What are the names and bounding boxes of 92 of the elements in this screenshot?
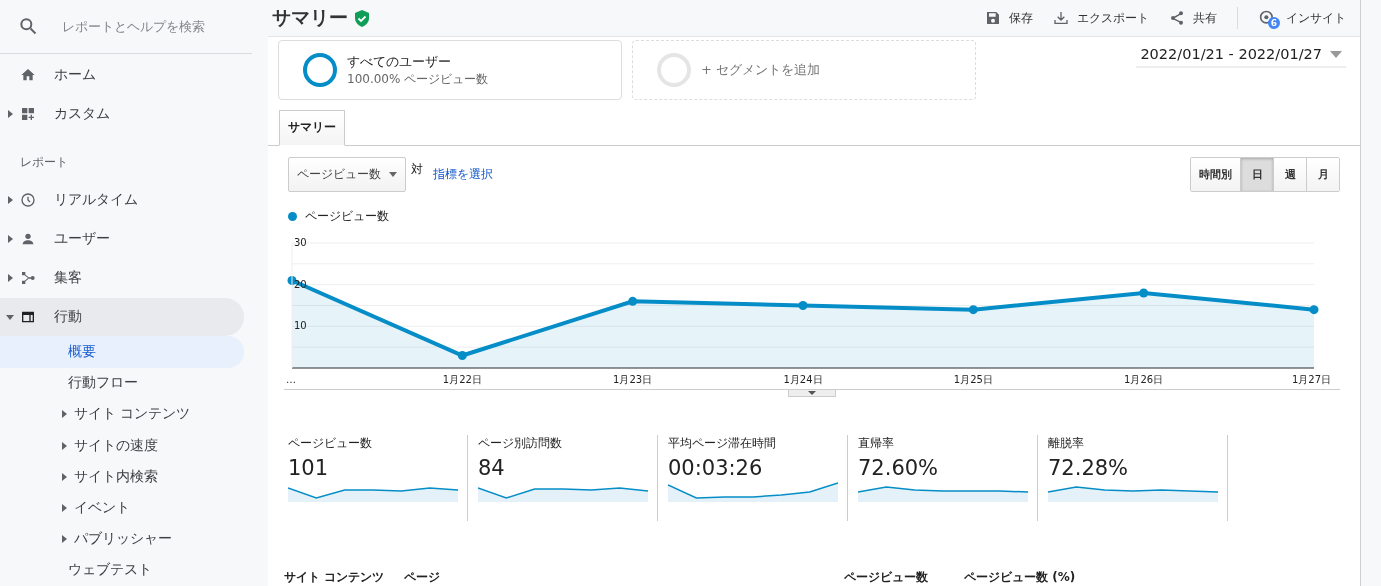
x-tick-label: 1月24日 <box>783 374 823 385</box>
toolbar-button[interactable]: 6 インサイト <box>1258 9 1346 27</box>
metric-label: 平均ページ滞在時間 <box>668 435 777 452</box>
tab[interactable]: サマリー <box>279 110 345 146</box>
metric-value: 72.60% <box>858 456 940 480</box>
column-header: ページビュー数 <box>844 569 929 586</box>
nav-item[interactable]: ホーム <box>0 55 244 95</box>
y-tick-label: 30 <box>294 237 307 248</box>
data-point <box>628 296 638 306</box>
x-tick-label: 1月27日 <box>1291 374 1331 385</box>
column-header: ページ <box>404 569 441 586</box>
nav-item[interactable]: ユーザー <box>0 219 244 259</box>
nav-item[interactable]: 集客 <box>0 258 244 298</box>
granularity-button[interactable]: 時間別 <box>1191 158 1240 191</box>
caret-down-icon <box>1330 50 1342 58</box>
select-metric-link[interactable]: 指標を選択 <box>433 166 493 183</box>
segment-title: すべてのユーザー <box>347 52 452 71</box>
column-header: サイト コンテンツ <box>284 569 386 586</box>
nav-item[interactable]: リアルタイム <box>0 180 244 220</box>
fork-icon <box>20 270 36 286</box>
granularity-button[interactable]: 週 <box>1273 158 1306 191</box>
toolbar-button[interactable]: エクスポート <box>1053 9 1149 27</box>
x-tick-label: 1月25日 <box>953 374 993 385</box>
segment-card[interactable]: すべてのユーザー 100.00% ページビュー数 <box>278 40 622 100</box>
metric-value: 00:03:26 <box>668 456 764 480</box>
nav-subitem[interactable]: サイトの速度 <box>0 430 244 462</box>
count-badge: 6 <box>1268 17 1280 29</box>
nav-subitem[interactable]: パブリッシャー <box>0 523 244 555</box>
segment-title: + セグメントを追加 <box>701 61 821 79</box>
data-point <box>968 305 978 315</box>
download-icon <box>1053 10 1069 26</box>
metric-label: ページ別訪問数 <box>478 435 563 452</box>
nav-subitem[interactable]: 行動フロー <box>0 367 244 399</box>
metric-value: 72.28% <box>1048 456 1130 480</box>
legend-label: ページビュー数 <box>305 208 389 225</box>
granularity-button[interactable]: 月 <box>1306 158 1339 191</box>
data-point <box>1139 288 1149 298</box>
data-point <box>1309 305 1319 315</box>
column-header: ページビュー数 (%) <box>964 569 1077 586</box>
save-icon <box>985 10 1001 26</box>
clock-icon <box>20 192 36 209</box>
data-point <box>798 301 808 310</box>
metric-label: 離脱率 <box>1048 435 1085 452</box>
search-field[interactable]: レポートとヘルプを検索 <box>60 17 244 35</box>
caret-right-icon <box>60 472 68 481</box>
granularity-button[interactable]: 日 <box>1240 158 1273 191</box>
metric-label: 直帰率 <box>858 435 895 452</box>
caret-right-icon <box>60 441 68 450</box>
page-title: サマリー <box>272 5 348 30</box>
nav-subitem[interactable]: イベント <box>0 492 244 524</box>
metric-label: ページビュー数 <box>288 435 373 452</box>
metric-dropdown[interactable]: ページビュー数 <box>288 157 406 192</box>
segment-ring-icon <box>657 53 691 87</box>
x-tick-label: 1月22日 <box>442 374 482 385</box>
nav-subitem[interactable]: 概要 <box>0 336 244 368</box>
add-segment-card[interactable]: + セグメントを追加 <box>632 40 976 100</box>
toolbar-button[interactable]: 共有 <box>1169 9 1217 27</box>
nav-subitem[interactable]: ウェブテスト <box>0 554 244 586</box>
search-icon <box>18 16 38 37</box>
nav-subitem[interactable]: サイト内検索 <box>0 461 244 493</box>
caret-right-icon <box>60 535 68 544</box>
caret-right-icon <box>60 410 68 419</box>
section-label: レポート <box>19 153 69 171</box>
caret-right-icon <box>6 235 14 243</box>
caret-right-icon <box>60 504 68 512</box>
caret-down-icon <box>808 391 816 395</box>
toolbar-button[interactable]: 保存 <box>985 9 1033 27</box>
nav-item[interactable]: カスタム <box>0 94 244 134</box>
segment-ring-icon <box>303 53 337 87</box>
nav-subitem[interactable]: サイト コンテンツ <box>0 398 244 431</box>
data-point <box>457 351 467 360</box>
share-icon <box>1169 10 1185 26</box>
date-range-picker[interactable]: 2022/01/21 - 2022/01/27 <box>1136 46 1346 68</box>
window-icon <box>20 309 36 325</box>
collapse-handle[interactable] <box>788 389 836 397</box>
x-tick-label: … <box>286 374 296 385</box>
x-tick-label: 1月26日 <box>1124 374 1164 385</box>
nav-item[interactable]: 行動 <box>0 297 244 337</box>
grid-plus-icon <box>20 106 36 123</box>
versus-label: 対 <box>411 161 423 178</box>
y-tick-label: 10 <box>294 320 307 332</box>
verified-shield-icon <box>354 9 370 27</box>
caret-right-icon <box>6 274 14 282</box>
caret-right-icon <box>6 110 14 119</box>
caret-down-icon <box>389 172 397 177</box>
metric-value: 101 <box>288 456 330 480</box>
metric-value: 84 <box>478 456 506 480</box>
segment-subtitle: 100.00% ページビュー数 <box>347 70 489 88</box>
caret-down-icon <box>6 313 14 321</box>
x-tick-label: 1月23日 <box>613 374 653 385</box>
person-icon <box>20 231 36 247</box>
caret-right-icon <box>6 196 14 205</box>
